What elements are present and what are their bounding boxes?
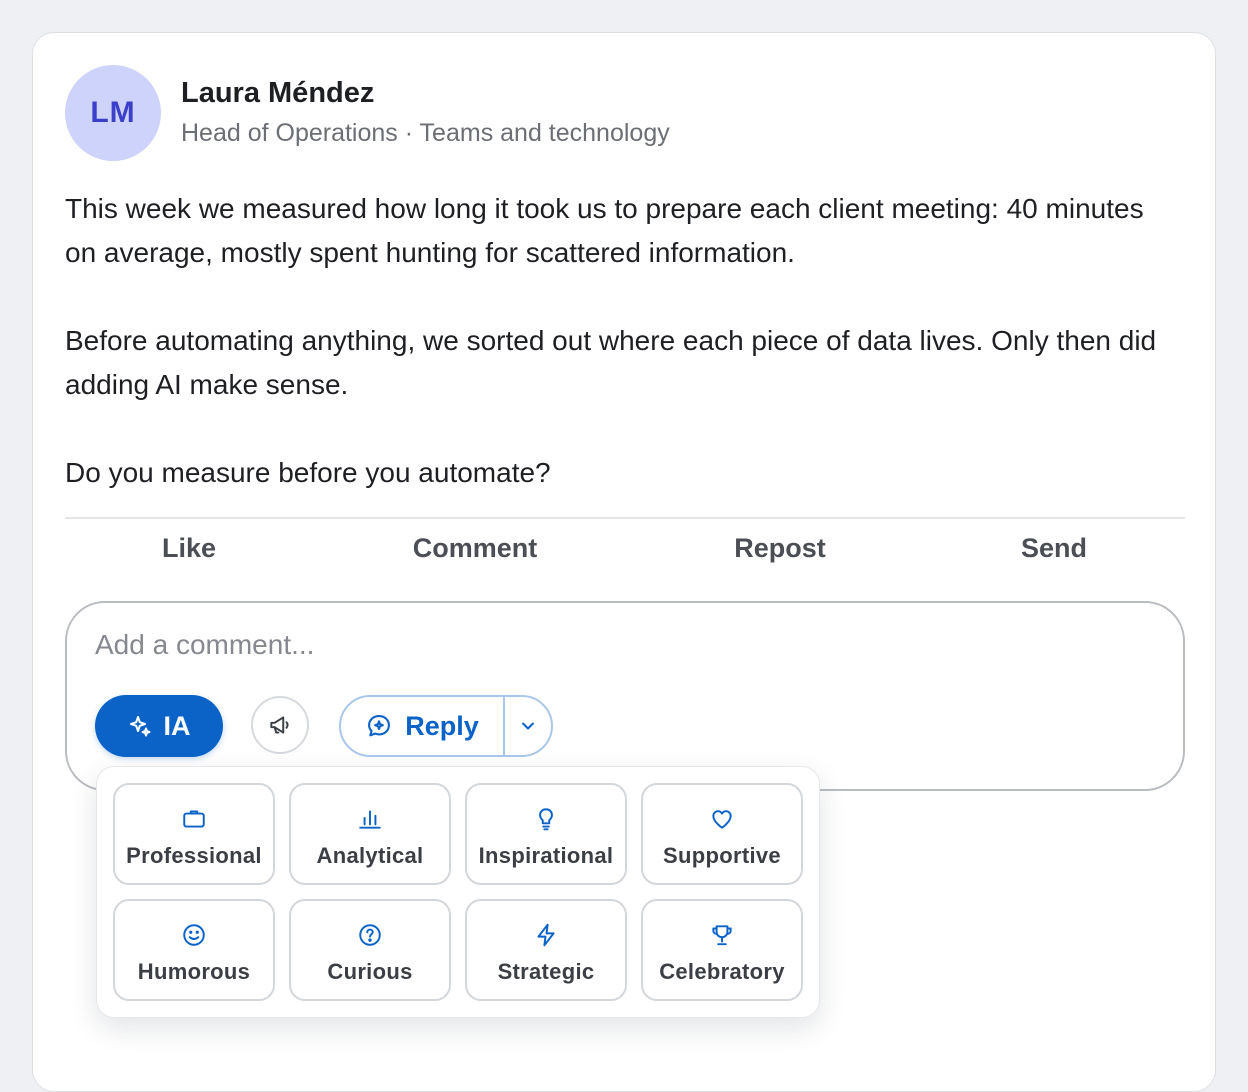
like-button[interactable]: Like (162, 533, 216, 564)
lightning-icon (533, 921, 559, 949)
trophy-icon (709, 921, 735, 949)
reply-split-button: Reply (339, 695, 553, 757)
megaphone-icon (267, 712, 293, 738)
post-body: This week we measured how long it took u… (65, 187, 1175, 495)
tone-label: Analytical (316, 843, 424, 868)
send-button[interactable]: Send (1021, 533, 1087, 564)
tone-inspirational[interactable]: Inspirational (465, 783, 627, 885)
post-paragraph: Do you measure before you automate? (65, 457, 551, 488)
sparkle-icon (128, 714, 152, 738)
tone-label: Supportive (663, 843, 781, 868)
ia-label: IA (163, 710, 191, 741)
author-meta: Head of Operations · Teams and technolog… (181, 119, 670, 147)
heart-icon (709, 805, 735, 833)
chevron-down-icon (518, 716, 538, 736)
tone-celebratory[interactable]: Celebratory (641, 899, 803, 1001)
author-name[interactable]: Laura Méndez (181, 77, 374, 110)
post-paragraph: Before automating anything, we sorted ou… (65, 325, 1157, 400)
avatar-initials: LM (90, 96, 136, 129)
repost-button[interactable]: Repost (734, 533, 826, 564)
smiley-icon (181, 921, 207, 949)
megaphone-button[interactable] (251, 696, 309, 754)
tone-analytical[interactable]: Analytical (289, 783, 451, 885)
tone-label: Celebratory (659, 959, 785, 984)
bar-chart-icon (357, 805, 383, 833)
tone-humorous[interactable]: Humorous (113, 899, 275, 1001)
comment-button[interactable]: Comment (413, 533, 538, 564)
tone-professional[interactable]: Professional (113, 783, 275, 885)
comment-box: IA Reply (65, 601, 1185, 791)
reply-button[interactable]: Reply (341, 697, 505, 755)
briefcase-icon (181, 805, 207, 833)
lightbulb-icon (533, 805, 559, 833)
chat-sparkle-icon (365, 712, 393, 740)
ia-button[interactable]: IA (95, 695, 223, 757)
tone-label: Strategic (497, 959, 595, 984)
tone-strategic[interactable]: Strategic (465, 899, 627, 1001)
reply-dropdown-toggle[interactable] (505, 697, 551, 755)
reply-label: Reply (405, 710, 479, 741)
post-paragraph: This week we measured how long it took u… (65, 193, 1144, 268)
tone-supportive[interactable]: Supportive (641, 783, 803, 885)
avatar[interactable]: LM (65, 65, 161, 161)
divider (65, 517, 1185, 519)
question-circle-icon (357, 921, 383, 949)
tone-dropdown: Professional Analytical Inspirational Su… (96, 766, 820, 1018)
tone-label: Humorous (137, 959, 251, 984)
tone-curious[interactable]: Curious (289, 899, 451, 1001)
tone-label: Curious (327, 959, 413, 984)
tone-label: Inspirational (478, 843, 614, 868)
tone-label: Professional (126, 843, 262, 868)
comment-input[interactable] (95, 625, 1095, 665)
